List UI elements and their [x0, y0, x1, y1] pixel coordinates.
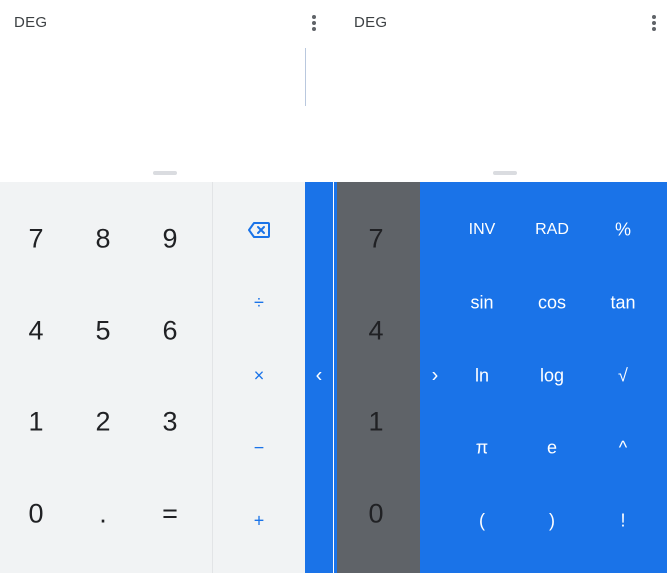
- more-options-icon[interactable]: [647, 13, 661, 33]
- calculator-pane-left: DEG 7 8 9 4 5 6 1 2 3 0 . = ÷ × − + ‹: [0, 0, 333, 573]
- key-cos[interactable]: cos: [538, 293, 566, 314]
- key-7[interactable]: 7: [28, 224, 43, 255]
- key-ln[interactable]: ln: [475, 366, 489, 387]
- dimmed-number-column: 7 4 1 0: [337, 182, 420, 573]
- key-factorial[interactable]: !: [620, 511, 625, 532]
- key-decimal[interactable]: .: [99, 499, 107, 530]
- key-open-paren[interactable]: (: [479, 511, 485, 532]
- text-cursor: [305, 48, 306, 106]
- key-5[interactable]: 5: [95, 316, 110, 347]
- key-2[interactable]: 2: [95, 407, 110, 438]
- key-rad[interactable]: RAD: [535, 221, 569, 239]
- key-log[interactable]: log: [540, 366, 564, 387]
- calculator-pane-right: DEG 7 4 1 0 › INV RAD % sin cos tan ln l…: [334, 0, 667, 573]
- key-divide[interactable]: ÷: [254, 293, 264, 314]
- key-inv[interactable]: INV: [469, 221, 496, 239]
- key-e[interactable]: e: [547, 438, 557, 459]
- display-area: DEG: [334, 0, 667, 182]
- key-percent[interactable]: %: [615, 220, 631, 241]
- operator-column: ÷ × − +: [212, 182, 306, 573]
- key-3[interactable]: 3: [162, 407, 177, 438]
- key-close-paren[interactable]: ): [549, 511, 555, 532]
- scientific-panel: › INV RAD % sin cos tan ln log √ π e ^ (…: [420, 182, 667, 573]
- drag-handle[interactable]: [153, 171, 177, 175]
- key-multiply[interactable]: ×: [254, 366, 265, 387]
- key-sin[interactable]: sin: [470, 293, 493, 314]
- key-add[interactable]: +: [254, 511, 265, 532]
- chevron-left-icon[interactable]: ‹: [316, 365, 323, 388]
- more-options-icon[interactable]: [307, 13, 321, 33]
- key-equals[interactable]: =: [162, 499, 178, 530]
- key-1[interactable]: 1: [28, 407, 43, 438]
- angle-mode-label: DEG: [354, 14, 388, 31]
- key-9[interactable]: 9: [162, 224, 177, 255]
- angle-mode-label: DEG: [14, 14, 48, 31]
- display-area: DEG: [0, 0, 333, 182]
- advanced-panel-tab[interactable]: ‹: [305, 182, 333, 573]
- key-0[interactable]: 0: [28, 499, 43, 530]
- drag-handle[interactable]: [493, 171, 517, 175]
- key-power[interactable]: ^: [619, 438, 627, 459]
- chevron-right-icon[interactable]: ›: [432, 365, 439, 388]
- key-1[interactable]: 1: [368, 407, 383, 438]
- key-4[interactable]: 4: [368, 316, 383, 347]
- key-6[interactable]: 6: [162, 316, 177, 347]
- key-8[interactable]: 8: [95, 224, 110, 255]
- number-keypad: 7 8 9 4 5 6 1 2 3 0 . =: [0, 182, 212, 573]
- key-4[interactable]: 4: [28, 316, 43, 347]
- backspace-icon[interactable]: [248, 222, 270, 238]
- key-sqrt[interactable]: √: [618, 366, 628, 387]
- key-tan[interactable]: tan: [610, 293, 635, 314]
- key-subtract[interactable]: −: [254, 438, 265, 459]
- key-7[interactable]: 7: [368, 224, 383, 255]
- key-pi[interactable]: π: [476, 438, 488, 459]
- key-0[interactable]: 0: [368, 499, 383, 530]
